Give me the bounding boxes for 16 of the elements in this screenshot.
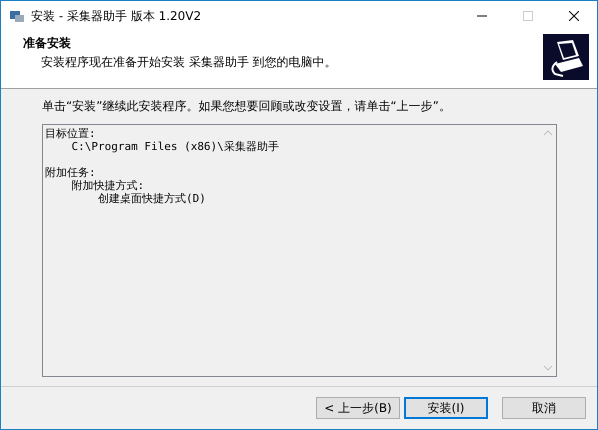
memo-line: 创建桌面快捷方式(D): [96, 192, 207, 205]
dialog-button[interactable]: 取消: [502, 397, 586, 419]
window-title: 安装 - 采集器助手 版本 1.20V2: [31, 8, 202, 24]
dialog-button[interactable]: < 上一步(B): [316, 397, 400, 419]
close-icon[interactable]: [569, 11, 579, 21]
memo-line: 附加快捷方式:: [70, 179, 146, 192]
memo-line: C:\Program Files (x86)\采集器助手: [70, 140, 280, 153]
memo-line: 目标位置:: [45, 127, 97, 140]
installer-icon: [9, 8, 25, 24]
page-title: 准备安装: [23, 35, 72, 52]
page-subtitle: 安装程序现在准备开始安装 采集器助手 到您的电脑中。: [40, 54, 338, 71]
computer-icon: [543, 34, 589, 80]
dialog-button[interactable]: 安装(I): [404, 397, 488, 419]
memo-line: 附加任务:: [45, 166, 97, 179]
instruction-text: 单击“安装”继续此安装程序。如果您想要回顾或改变设置，请单击“上一步”。: [42, 98, 452, 115]
maximize-icon: [523, 11, 533, 21]
